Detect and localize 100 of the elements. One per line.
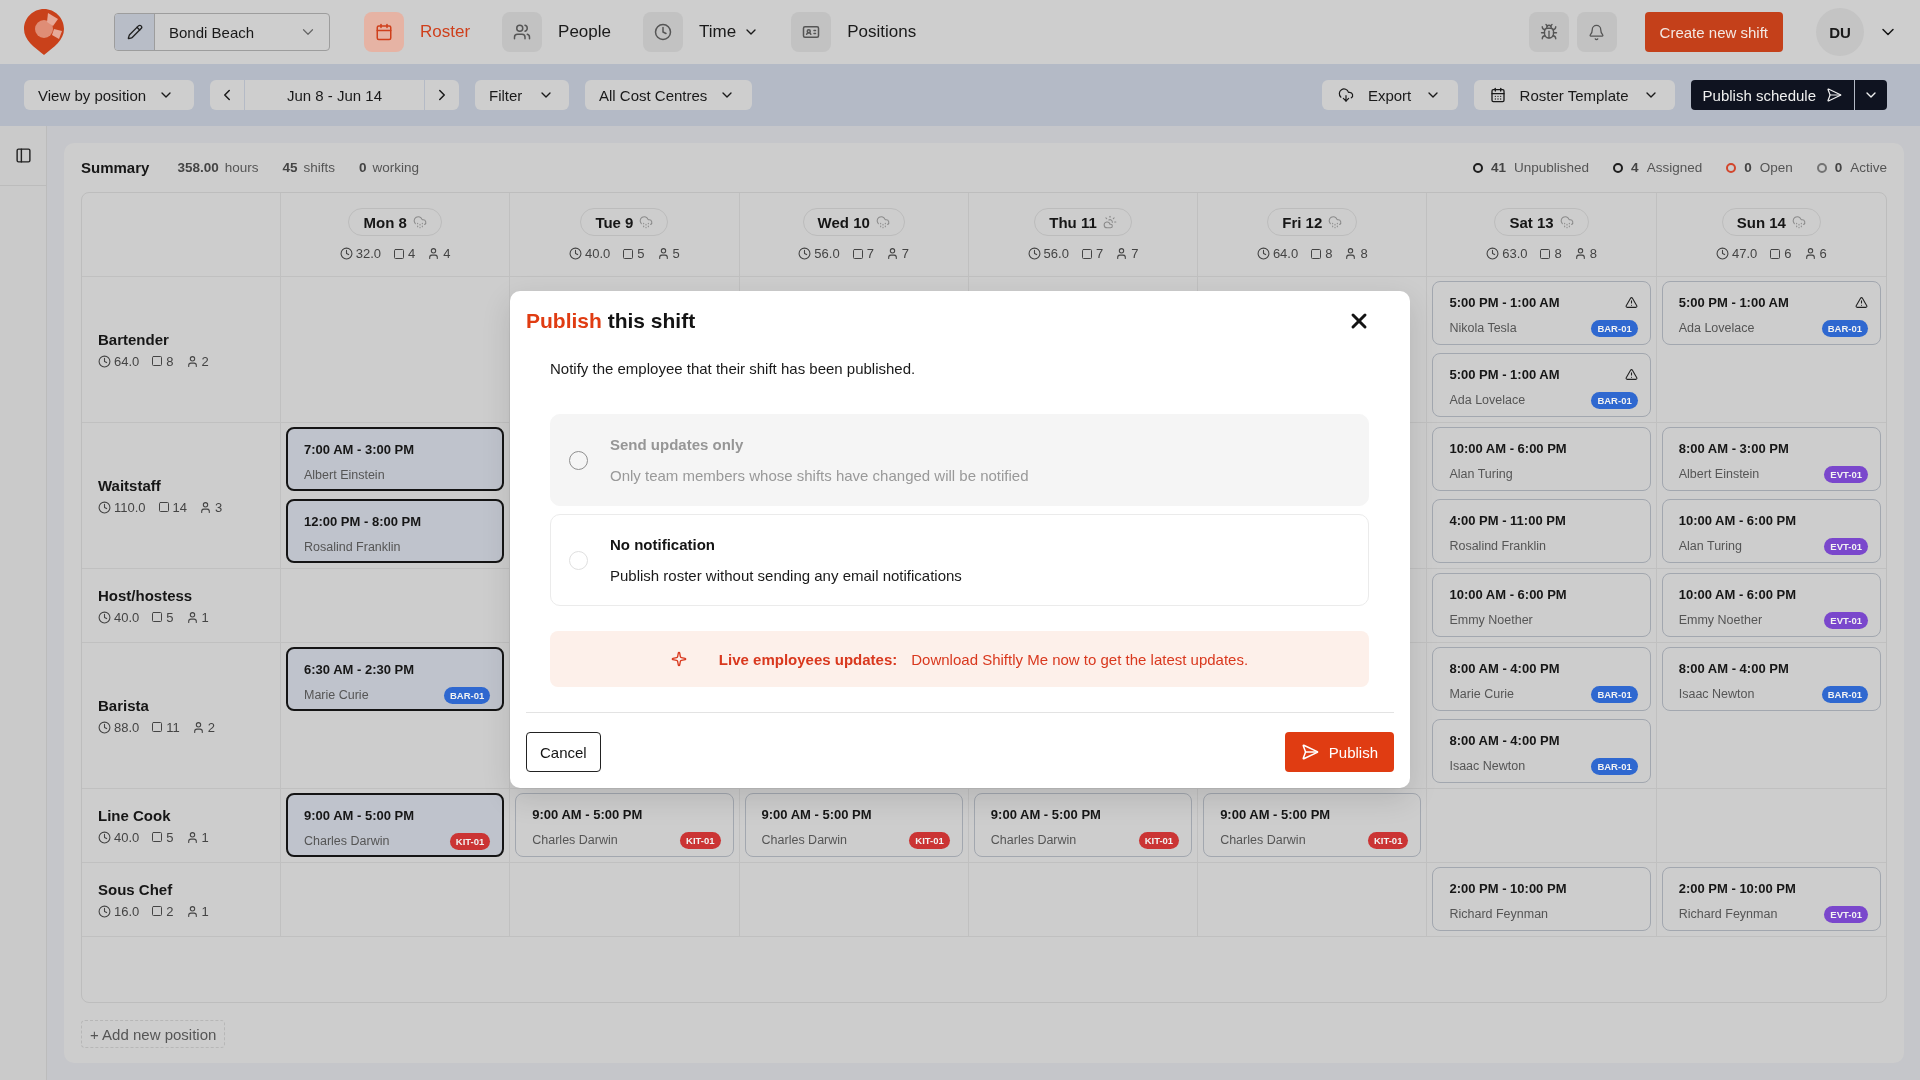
people-count: 7 bbox=[901, 246, 910, 261]
shift-time: 7:00 AM - 3:00 PM bbox=[304, 441, 415, 457]
shift-count: 14 bbox=[172, 499, 188, 515]
shift-time: 5:00 PM - 1:00 AM bbox=[1678, 294, 1789, 310]
position-name: Host/hostess bbox=[98, 586, 194, 604]
option-title: Send updates only bbox=[610, 436, 745, 453]
shift-count: 8 bbox=[1325, 246, 1333, 261]
stat-label: working bbox=[372, 160, 420, 175]
people-count: 1 bbox=[201, 609, 209, 625]
employee-name: Albert Einstein bbox=[1678, 467, 1760, 481]
code-tag: EVT-01 bbox=[1824, 465, 1868, 483]
shift-count: 4 bbox=[408, 246, 416, 261]
code-tag: EVT-01 bbox=[1824, 905, 1868, 923]
employee-name: Isaac Newton bbox=[1449, 759, 1526, 773]
shift-count: 7 bbox=[866, 246, 874, 261]
shift-time: 10:00 AM - 6:00 PM bbox=[1678, 512, 1796, 528]
stat-value: 0 bbox=[359, 160, 367, 175]
people-count: 8 bbox=[1589, 246, 1597, 261]
position-name: Barista bbox=[98, 696, 150, 714]
employee-name: Isaac Newton bbox=[1678, 687, 1755, 701]
employee-name: Charles Darwin bbox=[990, 833, 1077, 847]
banner-label: Live employees updates: bbox=[718, 650, 898, 668]
shift-time: 2:00 PM - 10:00 PM bbox=[1678, 880, 1796, 896]
shift-count: 5 bbox=[166, 609, 174, 625]
code-tag: BAR-01 bbox=[443, 686, 491, 704]
people-count: 6 bbox=[1819, 246, 1827, 261]
employee-name: Emmy Noether bbox=[1449, 613, 1533, 627]
people-count: 5 bbox=[672, 246, 680, 261]
code-tag: BAR-01 bbox=[1591, 391, 1638, 409]
shift-time: 10:00 AM - 6:00 PM bbox=[1678, 586, 1796, 602]
people-count: 2 bbox=[201, 353, 209, 369]
employee-name: Emmy Noether bbox=[1678, 613, 1763, 627]
hours-value: 32.0 bbox=[355, 246, 382, 261]
day-label: Wed 10 bbox=[817, 213, 870, 231]
shift-count: 2 bbox=[166, 903, 174, 919]
shift-count: 5 bbox=[166, 829, 174, 845]
code-tag: BAR-01 bbox=[1591, 685, 1638, 703]
shift-time: 6:30 AM - 2:30 PM bbox=[304, 661, 415, 677]
shift-count: 11 bbox=[166, 719, 180, 735]
shift-count: 7 bbox=[1095, 246, 1104, 261]
people-count: 8 bbox=[1360, 246, 1368, 261]
hours-value: 56.0 bbox=[1043, 246, 1069, 261]
employee-name: Ada Lovelace bbox=[1449, 393, 1526, 407]
employee-name: Charles Darwin bbox=[761, 833, 847, 847]
employee-name: Charles Darwin bbox=[1220, 833, 1306, 847]
option-description: Only team members whose shifts have changed will be notified bbox=[610, 467, 1029, 484]
status-count: 0 bbox=[1834, 160, 1843, 175]
shift-time: 4:00 PM - 11:00 PM bbox=[1449, 512, 1566, 528]
code-tag: BAR-01 bbox=[1821, 685, 1868, 703]
people-count: 1 bbox=[201, 903, 209, 919]
employee-name: Charles Darwin bbox=[304, 834, 390, 848]
shift-time: 9:00 AM - 5:00 PM bbox=[532, 806, 643, 822]
day-label: Mon 8 bbox=[363, 213, 407, 231]
shift-time: 5:00 PM - 1:00 AM bbox=[1449, 294, 1560, 310]
hours-value: 88.0 bbox=[114, 719, 140, 735]
employee-name: Richard Feynman bbox=[1678, 907, 1778, 921]
day-label: Sat 13 bbox=[1509, 213, 1554, 231]
code-tag: BAR-01 bbox=[1591, 757, 1638, 775]
stat-label: shifts bbox=[303, 160, 335, 175]
code-tag: BAR-01 bbox=[1591, 319, 1638, 337]
shift-time: 2:00 PM - 10:00 PM bbox=[1449, 880, 1567, 896]
dialog-title: Publish this shift bbox=[526, 309, 696, 333]
shift-time: 12:00 PM - 8:00 PM bbox=[304, 513, 422, 529]
option-title: No notification bbox=[610, 536, 716, 553]
stat-value: 358.00 bbox=[177, 160, 219, 175]
shift-count: 5 bbox=[637, 246, 645, 261]
status-label: Unpublished bbox=[1514, 160, 1590, 175]
shift-time: 9:00 AM - 5:00 PM bbox=[304, 807, 415, 823]
hours-value: 40.0 bbox=[114, 829, 140, 845]
shift-count: 8 bbox=[166, 353, 174, 369]
stat-label: hours bbox=[224, 160, 259, 175]
employee-name: Rosalind Franklin bbox=[304, 540, 401, 554]
option-description: Publish roster without sending any email notifications bbox=[610, 567, 962, 584]
hours-value: 110.0 bbox=[114, 499, 146, 515]
hours-value: 16.0 bbox=[114, 903, 140, 919]
people-count: 2 bbox=[207, 719, 216, 735]
banner-message: Download Shiftly Me now to get the latest updates. bbox=[911, 650, 1249, 668]
hours-value: 56.0 bbox=[814, 246, 840, 261]
shift-time: 5:00 PM - 1:00 AM bbox=[1449, 366, 1560, 382]
people-count: 7 bbox=[1131, 246, 1139, 261]
status-label: Open bbox=[1759, 160, 1793, 175]
hours-value: 63.0 bbox=[1502, 246, 1528, 261]
hours-value: 40.0 bbox=[114, 609, 140, 625]
stat-value: 45 bbox=[282, 160, 298, 175]
status-count: 4 bbox=[1631, 160, 1639, 175]
status-label: Active bbox=[1850, 160, 1887, 175]
code-tag: KIT-01 bbox=[680, 831, 721, 849]
shift-time: 8:00 AM - 4:00 PM bbox=[1678, 660, 1789, 676]
employee-name: Alan Turing bbox=[1449, 467, 1513, 481]
status-label: Assigned bbox=[1646, 160, 1703, 175]
employee-name: Nikola Tesla bbox=[1449, 321, 1517, 335]
shift-time: 10:00 AM - 6:00 PM bbox=[1449, 586, 1567, 602]
employee-name: Richard Feynman bbox=[1449, 907, 1549, 921]
employee-name: Albert Einstein bbox=[304, 468, 385, 482]
employee-name: Charles Darwin bbox=[532, 833, 618, 847]
people-count: 1 bbox=[201, 829, 209, 845]
dialog-description: Notify the employee that their shift has been published. bbox=[550, 359, 917, 379]
code-tag: BAR-01 bbox=[1821, 319, 1868, 337]
shift-count: 6 bbox=[1784, 246, 1792, 261]
shift-time: 9:00 AM - 5:00 PM bbox=[1220, 806, 1331, 822]
